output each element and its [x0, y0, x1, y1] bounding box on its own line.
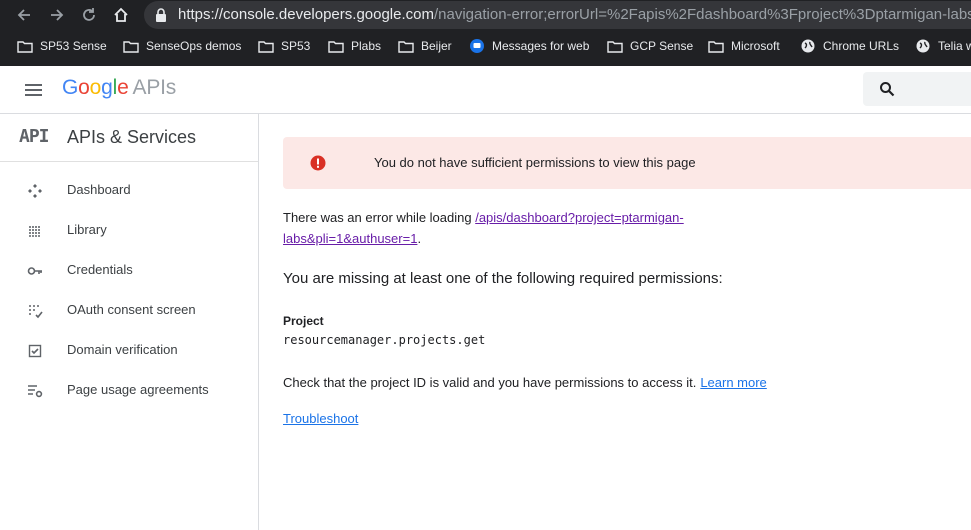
error-description: There was an error while loading /apis/d… — [283, 207, 703, 249]
sidebar-item-label: Credentials — [67, 262, 133, 277]
bookmark-item[interactable]: SenseOps demos — [123, 36, 241, 56]
check-project-text: Check that the project ID is valid and y… — [283, 375, 767, 390]
bookmark-label: Telia w — [938, 39, 971, 53]
bookmark-label: Messages for web — [492, 39, 590, 53]
folder-icon — [708, 39, 724, 53]
url-text-clip: https://console.developers.google.com/na… — [178, 1, 971, 29]
sidebar-item-page-usage[interactable]: Page usage agreements — [0, 370, 258, 410]
folder-icon — [607, 39, 623, 53]
library-icon — [27, 223, 43, 239]
permission-error-alert: You do not have sufficient permissions t… — [283, 137, 971, 189]
google-wordmark: Google — [62, 76, 129, 99]
bookmark-label: Microsoft — [731, 39, 780, 53]
reload-icon — [83, 8, 95, 21]
dashboard-icon — [27, 183, 43, 199]
logo-letter: o — [89, 76, 102, 99]
sidebar-nav: Dashboard Library Credentials OAuth cons… — [0, 170, 258, 410]
address-bar[interactable]: https://console.developers.google.com/na… — [144, 1, 971, 29]
logo-letter: o — [78, 76, 90, 99]
permission-name: resourcemanager.projects.get — [283, 333, 486, 347]
hamburger-menu-icon — [25, 84, 42, 96]
permission-scope-label: Project — [283, 314, 324, 328]
home-button[interactable] — [109, 3, 133, 27]
missing-permissions-heading: You are missing at least one of the foll… — [283, 270, 723, 287]
consent-icon — [27, 303, 43, 319]
google-apis-logo[interactable]: Google APIs — [62, 76, 176, 100]
key-icon — [27, 263, 43, 279]
bookmark-item[interactable]: Microsoft — [708, 36, 780, 56]
error-suffix: . — [417, 231, 422, 246]
folder-icon — [258, 39, 274, 53]
bookmark-label: Chrome URLs — [823, 39, 900, 53]
url-host: https://console.developers.google.com — [178, 6, 434, 23]
bookmark-label: Plabs — [351, 39, 382, 53]
arrow-left-icon — [17, 9, 30, 21]
home-icon — [114, 7, 128, 22]
bookmark-item[interactable]: Plabs — [328, 36, 381, 56]
sidebar: API APIs & Services Dashboard Library Cr… — [0, 114, 259, 530]
bookmark-item[interactable]: Telia w — [915, 36, 971, 56]
main-menu-button[interactable] — [22, 79, 46, 101]
lock-icon — [156, 8, 166, 22]
settings-list-icon — [27, 383, 43, 399]
bookmark-item[interactable]: SP53 Sense — [17, 36, 107, 56]
main-content: You do not have sufficient permissions t… — [259, 114, 971, 530]
api-badge-icon: API — [19, 126, 49, 147]
sidebar-item-label: Dashboard — [67, 182, 131, 197]
forward-button[interactable] — [45, 3, 69, 27]
console-header: Google APIs — [0, 66, 971, 114]
error-prefix: There was an error while loading — [283, 210, 476, 225]
troubleshoot-link[interactable]: Troubleshoot — [283, 411, 358, 426]
error-icon — [310, 155, 326, 171]
sidebar-item-label: Domain verification — [67, 342, 178, 357]
sidebar-item-label: Library — [67, 222, 107, 237]
folder-icon — [123, 39, 139, 53]
alert-message: You do not have sufficient permissions t… — [374, 155, 696, 170]
logo-letter: e — [117, 76, 129, 99]
bookmark-item[interactable]: Chrome URLs — [800, 36, 899, 56]
bookmark-label: SP53 — [281, 39, 311, 53]
globe-icon — [800, 39, 816, 53]
sidebar-item-credentials[interactable]: Credentials — [0, 250, 258, 290]
bookmark-item[interactable]: Messages for web — [469, 36, 589, 56]
globe-icon — [915, 39, 931, 53]
folder-icon — [398, 39, 414, 53]
browser-nav-row: https://console.developers.google.com/na… — [0, 0, 971, 30]
browser-chrome: https://console.developers.google.com/na… — [0, 0, 971, 66]
logo-letter: G — [62, 76, 79, 99]
bookmark-item[interactable]: Beijer — [398, 36, 452, 56]
bookmarks-bar: SP53 Sense SenseOps demos SP53 Plabs Bei… — [0, 33, 971, 60]
bookmark-item[interactable]: SP53 — [258, 36, 310, 56]
bookmark-label: Beijer — [421, 39, 452, 53]
search-icon — [880, 82, 895, 97]
check-text: Check that the project ID is valid and y… — [283, 375, 697, 390]
search-input[interactable] — [863, 72, 971, 106]
url-text: https://console.developers.google.com/na… — [178, 6, 971, 23]
sidebar-title: APIs & Services — [67, 127, 197, 147]
sidebar-header: API APIs & Services — [0, 114, 258, 162]
logo-apis-text: APIs — [132, 76, 177, 99]
folder-icon — [17, 39, 33, 53]
sidebar-item-label: Page usage agreements — [67, 382, 209, 397]
reload-button[interactable] — [77, 3, 101, 27]
messages-icon — [469, 39, 485, 53]
bookmark-item[interactable]: GCP Sense — [607, 36, 693, 56]
sidebar-item-label: OAuth consent screen — [67, 302, 196, 317]
sidebar-item-oauth-consent[interactable]: OAuth consent screen — [0, 290, 258, 330]
arrow-right-icon — [51, 9, 64, 21]
sidebar-item-dashboard[interactable]: Dashboard — [0, 170, 258, 210]
folder-icon — [328, 39, 344, 53]
logo-letter: g — [101, 76, 113, 99]
learn-more-link[interactable]: Learn more — [700, 375, 766, 390]
back-button[interactable] — [12, 3, 36, 27]
bookmark-label: SP53 Sense — [40, 39, 107, 53]
bookmark-label: SenseOps demos — [146, 39, 242, 53]
sidebar-item-library[interactable]: Library — [0, 210, 258, 250]
bookmark-label: GCP Sense — [630, 39, 694, 53]
sidebar-item-domain-verification[interactable]: Domain verification — [0, 330, 258, 370]
checkbox-icon — [27, 343, 43, 359]
url-path: /navigation-error;errorUrl=%2Fapis%2Fdas… — [434, 6, 971, 23]
